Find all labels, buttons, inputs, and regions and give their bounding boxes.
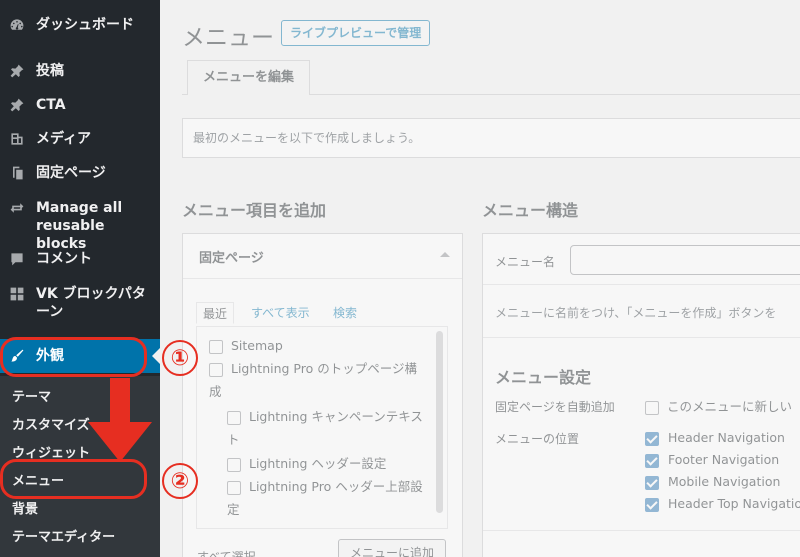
tab-search[interactable]: 検索 (327, 302, 363, 324)
add-to-menu-button[interactable]: メニューに追加 (338, 539, 446, 557)
checkbox-checked[interactable] (645, 497, 659, 512)
notice-box: 最初のメニューを以下で作成しましょう。 (182, 118, 800, 158)
checkbox-checked[interactable] (645, 475, 659, 490)
checkbox[interactable] (227, 480, 241, 495)
submenu-item-customize[interactable]: カスタマイズ (12, 414, 90, 433)
location-option[interactable]: Header Top Navigation (645, 496, 800, 512)
checkbox-checked[interactable] (645, 431, 659, 446)
checkbox[interactable] (645, 400, 659, 415)
menu-settings-heading: メニュー設定 (495, 368, 592, 387)
checkbox[interactable] (227, 410, 241, 425)
add-items-heading: メニュー項目を追加 (182, 201, 327, 220)
menu-structure-panel: メニュー名 メニューに名前をつけ、「メニューを作成」ボタンを メニュー設定 固定… (482, 233, 800, 557)
auto-add-label: 固定ページを自動追加 (495, 400, 615, 414)
menu-location-label: メニューの位置 (495, 432, 580, 446)
page-title: メニュー (182, 25, 274, 51)
sidebar-item-posts[interactable]: 投稿 (0, 62, 160, 80)
location-option[interactable]: Header Navigation (645, 430, 785, 446)
pin-icon (8, 62, 26, 80)
scrollbar[interactable] (436, 331, 443, 513)
step-2-marker: ② (162, 463, 198, 499)
faded-overlay: メニュー ライブプレビューで管理 メニューを編集 最初のメニューを以下で作成しま… (160, 0, 800, 557)
sidebar-item-vk-block-patterns[interactable]: VK ブロックパターン (0, 285, 160, 321)
list-item[interactable]: Lightning キャンペーンテキスト (227, 405, 427, 451)
divider (483, 337, 800, 338)
page-icon (8, 164, 26, 182)
sidebar-item-reusable-blocks[interactable]: Manage all reusable blocks (0, 199, 160, 253)
auto-add-option[interactable]: このメニューに新しい (645, 396, 792, 415)
sidebar-item-pages[interactable]: 固定ページ (0, 164, 160, 182)
sidebar-item-label: CTA (36, 97, 66, 113)
comment-icon (8, 250, 26, 268)
list-item[interactable]: Lightning ヘッダー設定 (227, 452, 386, 475)
pages-accordion: 固定ページ 最近 すべて表示 検索 Sitemap Lightning Pro … (182, 233, 463, 557)
list-item[interactable]: Lightning Pro ヘッダー上部設定 (227, 475, 427, 521)
sidebar-item-label: 投稿 (36, 63, 64, 79)
highlight-appearance (0, 337, 147, 377)
checkbox[interactable] (209, 362, 223, 377)
live-preview-button[interactable]: ライブプレビューで管理 (281, 20, 431, 46)
media-icon (8, 130, 26, 148)
submenu-item-background[interactable]: 背景 (12, 498, 38, 517)
sidebar-item-comments[interactable]: コメント (0, 250, 160, 268)
select-all-label[interactable]: すべて選択 (197, 548, 256, 557)
checkbox-checked[interactable] (645, 453, 659, 468)
sidebar-item-media[interactable]: メディア (0, 130, 160, 148)
sidebar-item-dashboard[interactable]: ダッシュボード (0, 16, 160, 34)
location-option[interactable]: Mobile Navigation (645, 474, 780, 490)
submenu-item-themes[interactable]: テーマ (12, 386, 51, 405)
sidebar-item-label: ダッシュボード (36, 17, 134, 33)
accordion-divider (183, 278, 462, 279)
location-option[interactable]: Footer Navigation (645, 452, 779, 468)
pin-icon (8, 96, 26, 114)
sidebar-item-label: 固定ページ (36, 165, 106, 181)
list-item[interactable]: Sitemap (209, 334, 283, 357)
submenu-item-theme-editor[interactable]: テーマエディター (12, 526, 115, 545)
sidebar-item-label: Manage all reusable blocks (36, 200, 123, 252)
list-item[interactable]: Lightning Pro のトップページ構成 (209, 357, 427, 403)
loop-icon (8, 199, 26, 217)
divider (483, 530, 800, 531)
highlight-menus (0, 459, 147, 499)
caret-up-icon[interactable] (440, 252, 450, 257)
sidebar-item-cta[interactable]: CTA (0, 96, 160, 114)
main-content: メニュー ライブプレビューで管理 メニューを編集 最初のメニューを以下で作成しま… (160, 0, 800, 557)
sidebar-item-label: VK ブロックパターン (36, 286, 146, 320)
checkbox[interactable] (209, 339, 223, 354)
pages-checklist: Sitemap Lightning Pro のトップページ構成 Lightnin… (196, 326, 448, 529)
tab-view-all[interactable]: すべて表示 (245, 302, 316, 324)
step-1-marker: ① (162, 340, 198, 376)
menu-name-input[interactable] (570, 245, 800, 275)
tab-edit-menus[interactable]: メニューを編集 (187, 60, 310, 95)
checkbox[interactable] (227, 457, 241, 472)
down-arrow-icon (88, 378, 152, 462)
sidebar-item-label: コメント (36, 251, 92, 267)
grid-icon (8, 285, 26, 303)
structure-description: メニューに名前をつけ、「メニューを作成」ボタンを (495, 306, 777, 320)
accordion-title[interactable]: 固定ページ (199, 247, 264, 266)
divider (483, 284, 800, 285)
dashboard-icon (8, 16, 26, 34)
menu-structure-heading: メニュー構造 (482, 201, 579, 220)
sidebar-item-label: メディア (36, 131, 92, 147)
menu-name-label: メニュー名 (495, 255, 556, 269)
tab-recent[interactable]: 最近 (196, 302, 235, 324)
